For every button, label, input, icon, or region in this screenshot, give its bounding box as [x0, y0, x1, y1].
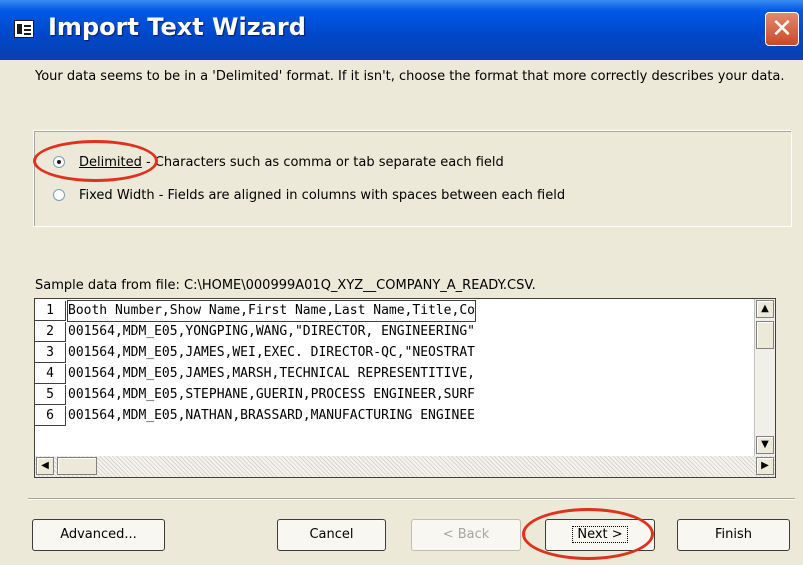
- advanced-button[interactable]: Advanced...: [32, 519, 165, 551]
- sample-row: 2 001564,MDM_E05,YONGPING,WANG,"DIRECTOR…: [35, 322, 757, 343]
- fixed-width-radio[interactable]: [53, 189, 65, 201]
- row-number: 2: [35, 322, 66, 342]
- next-button-label: Next >: [572, 526, 628, 543]
- row-data: 001564,MDM_E05,STEPHANE,GUERIN,PROCESS E…: [68, 387, 475, 402]
- vertical-scrollbar[interactable]: ▲ ▼: [754, 299, 775, 456]
- title-bar[interactable]: Import Text Wizard ✕: [0, 0, 803, 60]
- next-button[interactable]: Next >: [545, 519, 655, 551]
- delimited-description: - Characters such as comma or tab separa…: [146, 155, 504, 170]
- scroll-left-button[interactable]: ◀: [36, 457, 54, 475]
- row-number: 4: [35, 364, 66, 384]
- sample-row: 6 001564,MDM_E05,NATHAN,BRASSARD,MANUFAC…: [35, 406, 757, 427]
- row-number: 3: [35, 343, 66, 363]
- intro-text: Your data seems to be in a 'Delimited' f…: [35, 69, 785, 84]
- close-icon: ✕: [771, 14, 793, 44]
- horizontal-scroll-thumb[interactable]: [57, 457, 97, 475]
- back-button[interactable]: < Back: [411, 519, 521, 551]
- format-option-group: [33, 130, 792, 227]
- row-data: 001564,MDM_E05,YONGPING,WANG,"DIRECTOR, …: [68, 324, 475, 339]
- fixed-width-label: Fixed Width: [79, 188, 155, 203]
- finish-button[interactable]: Finish: [677, 519, 790, 551]
- import-text-wizard-window: Import Text Wizard ✕ Your data seems to …: [0, 0, 803, 565]
- sample-data-grid[interactable]: 1 Booth Number,Show Name,First Name,Last…: [34, 298, 776, 478]
- delimited-radio[interactable]: [53, 156, 65, 168]
- row-data: Booth Number,Show Name,First Name,Last N…: [67, 300, 476, 322]
- horizontal-scrollbar[interactable]: ◀ ▶: [35, 456, 775, 477]
- row-number: 1: [35, 301, 66, 321]
- row-number: 6: [35, 406, 66, 426]
- scroll-right-button[interactable]: ▶: [756, 457, 774, 475]
- row-data: 001564,MDM_E05,NATHAN,BRASSARD,MANUFACTU…: [68, 408, 475, 423]
- button-separator: [28, 498, 795, 500]
- delimited-label: Delimited: [79, 155, 142, 170]
- row-data: 001564,MDM_E05,JAMES,WEI,EXEC. DIRECTOR-…: [68, 345, 475, 360]
- wizard-app-icon: [14, 20, 34, 38]
- sample-data-label: Sample data from file: C:\HOME\000999A01…: [35, 278, 536, 293]
- row-number: 5: [35, 385, 66, 405]
- scroll-down-button[interactable]: ▼: [756, 436, 774, 454]
- row-data: 001564,MDM_E05,JAMES,MARSH,TECHNICAL REP…: [68, 366, 475, 381]
- vertical-scroll-thumb[interactable]: [756, 321, 774, 349]
- window-title: Import Text Wizard: [48, 13, 306, 41]
- sample-row: 4 001564,MDM_E05,JAMES,MARSH,TECHNICAL R…: [35, 364, 757, 385]
- sample-row: 5 001564,MDM_E05,STEPHANE,GUERIN,PROCESS…: [35, 385, 757, 406]
- cancel-button[interactable]: Cancel: [277, 519, 386, 551]
- close-button[interactable]: ✕: [765, 12, 799, 46]
- sample-row: 1 Booth Number,Show Name,First Name,Last…: [35, 300, 757, 322]
- sample-row: 3 001564,MDM_E05,JAMES,WEI,EXEC. DIRECTO…: [35, 343, 757, 364]
- fixed-width-description: - Fields are aligned in columns with spa…: [158, 188, 566, 203]
- scroll-up-button[interactable]: ▲: [756, 300, 774, 318]
